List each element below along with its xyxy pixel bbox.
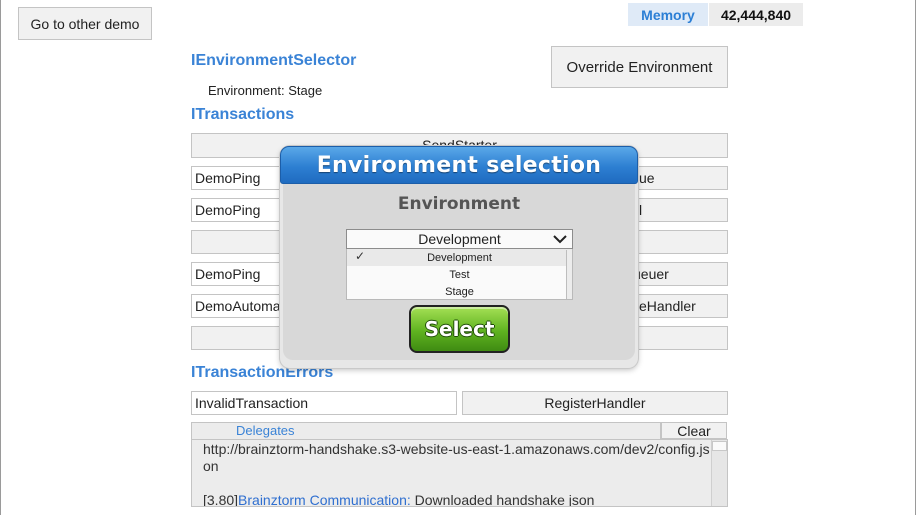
options-scrollbar[interactable] [566, 250, 572, 299]
option-label: Development [427, 251, 492, 264]
option-test[interactable]: Test [347, 266, 572, 283]
delegates-tab[interactable]: Delegates [236, 423, 295, 438]
environment-subtitle: Environment [397, 194, 521, 214]
chevron-down-icon [553, 235, 567, 244]
check-icon: ✓ [355, 249, 366, 263]
clear-log-button[interactable]: Clear [661, 422, 727, 439]
log-scrollbar-thumb[interactable] [712, 441, 727, 451]
environment-options-list: ✓ Development Test Stage [346, 249, 573, 300]
window-left-edge [0, 0, 1, 515]
invalid-transaction-input[interactable]: InvalidTransaction [191, 391, 457, 415]
environment-dropdown[interactable]: Development [346, 229, 573, 249]
override-environment-button[interactable]: Override Environment [551, 46, 728, 88]
option-label: Stage [445, 285, 474, 298]
environment-dropdown-value: Development [418, 231, 501, 247]
log-message: Downloaded handshake json [410, 492, 595, 507]
log-output: http://brainztorm-handshake.s3-website-u… [191, 439, 728, 507]
environment-selector-heading: IEnvironmentSelector [191, 52, 357, 69]
option-stage[interactable]: Stage [347, 283, 572, 300]
memory-label: Memory [628, 3, 708, 26]
dialog-title: Environment selection [280, 146, 638, 184]
log-timestamp: [3.80] [203, 492, 239, 507]
log-line-status: [3.80]Brainztorm Communication: Download… [203, 492, 713, 507]
memory-value: 42,444,840 [709, 3, 803, 26]
select-button[interactable]: Select [409, 305, 510, 353]
window-right-edge [915, 0, 916, 515]
environment-status-text: Environment: Stage [208, 83, 323, 98]
option-development[interactable]: ✓ Development [347, 249, 572, 266]
option-label: Test [449, 268, 470, 281]
go-to-other-demo-button[interactable]: Go to other demo [18, 7, 152, 40]
register-handler-button[interactable]: RegisterHandler [462, 391, 728, 415]
transactions-heading: ITransactions [191, 106, 295, 123]
log-source-link[interactable]: Brainztorm Communication: [238, 492, 411, 506]
log-line-url: http://brainztorm-handshake.s3-website-u… [203, 441, 710, 474]
